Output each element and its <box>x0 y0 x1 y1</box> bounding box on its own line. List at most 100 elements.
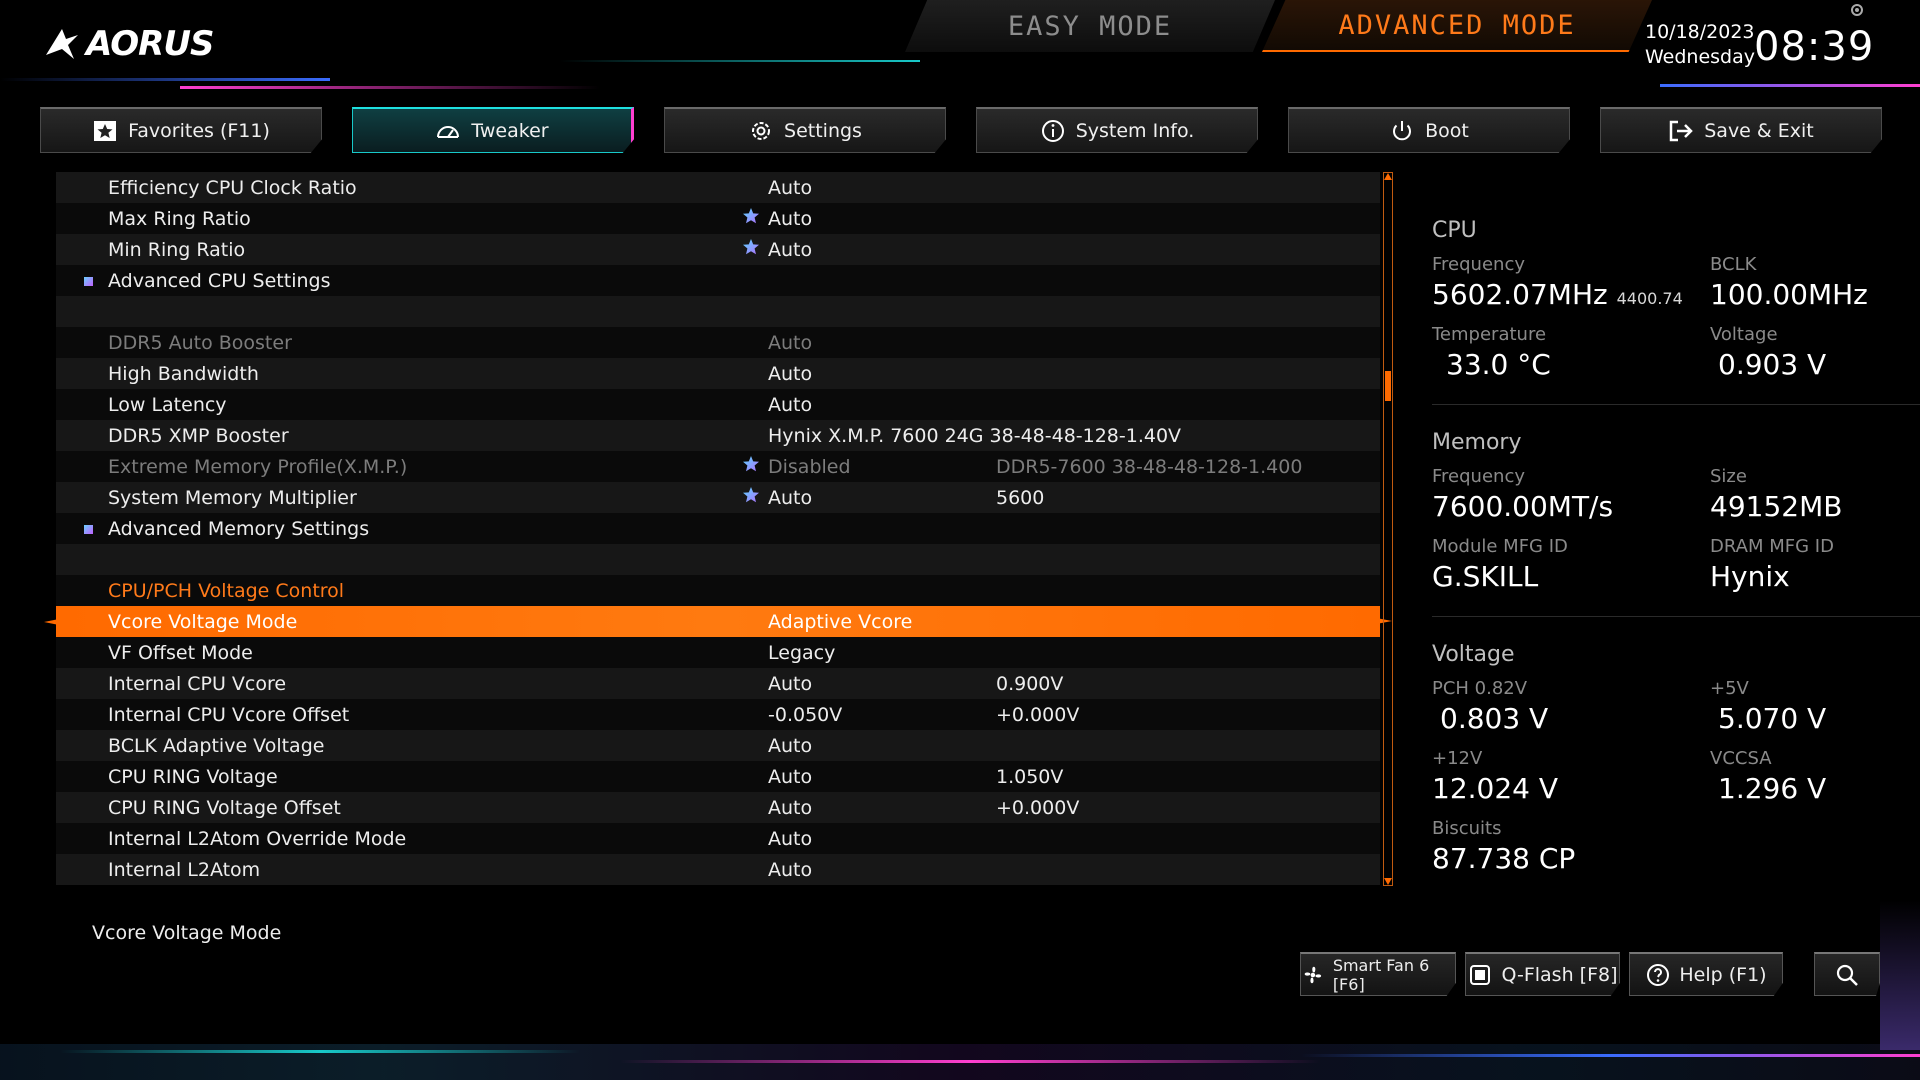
memory-section-title: Memory <box>1432 430 1522 455</box>
submenu-bullet-icon <box>84 277 93 286</box>
tab-settings[interactable]: Settings <box>664 107 946 153</box>
mem-size-value: 49152MB <box>1710 490 1843 523</box>
setting-row[interactable]: System Memory Multiplier Auto 5600 <box>56 482 1380 513</box>
favorite-star-icon[interactable] <box>742 238 760 256</box>
setting-value[interactable]: Auto <box>768 673 812 695</box>
setting-row[interactable]: Vcore Voltage Mode Adaptive Vcore <box>44 606 1392 637</box>
tab-label: System Info. <box>1075 119 1195 142</box>
favorite-star-icon[interactable] <box>742 455 760 473</box>
setting-value[interactable]: Auto <box>768 363 812 385</box>
smart-fan-button[interactable]: Smart Fan 6 [F6] <box>1300 952 1456 996</box>
setting-value[interactable]: Auto <box>768 766 812 788</box>
setting-row[interactable]: High Bandwidth Auto <box>56 358 1380 389</box>
setting-name: Max Ring Ratio <box>108 207 251 230</box>
setting-row[interactable]: Internal L2Atom Override Mode Auto <box>56 823 1380 854</box>
setting-value[interactable]: Auto <box>768 177 812 199</box>
v12-label: +12V <box>1432 748 1483 769</box>
cpu-voltage-value: 0.903 V <box>1718 348 1827 381</box>
setting-value[interactable]: Auto <box>768 487 812 509</box>
advanced-mode-button[interactable]: ADVANCED MODE <box>1262 0 1652 52</box>
bclk-label: BCLK <box>1710 254 1757 275</box>
setting-name: System Memory Multiplier <box>108 486 357 509</box>
setting-value[interactable]: Auto <box>768 797 812 819</box>
setting-row[interactable]: BCLK Adaptive Voltage Auto <box>56 730 1380 761</box>
section-header: CPU/PCH Voltage Control <box>56 575 1380 606</box>
gear-icon[interactable] <box>1849 2 1865 18</box>
cpu-frequency-value: 5602.07MHz 4400.74 <box>1432 278 1683 311</box>
header-streak <box>560 60 920 62</box>
setting-current-value: 0.900V <box>996 672 1064 695</box>
scroll-thumb[interactable] <box>1385 371 1391 401</box>
setting-value[interactable]: Auto <box>768 735 812 757</box>
setting-value[interactable]: Auto <box>768 208 812 230</box>
setting-row[interactable]: Max Ring Ratio Auto <box>56 203 1380 234</box>
scroll-down-icon[interactable] <box>1384 878 1392 885</box>
weekday: Wednesday <box>1645 46 1756 68</box>
tab-system-info[interactable]: System Info. <box>976 107 1258 153</box>
scroll-up-icon[interactable] <box>1384 173 1392 180</box>
voltage-section-title: Voltage <box>1432 642 1515 667</box>
setting-row[interactable]: VF Offset Mode Legacy <box>56 637 1380 668</box>
system-info-panel: CPU Frequency 5602.07MHz 4400.74 BCLK 10… <box>1432 200 1920 880</box>
setting-row[interactable]: DDR5 XMP Booster Hynix X.M.P. 7600 24G 38… <box>56 420 1380 451</box>
setting-value[interactable]: Auto <box>768 828 812 850</box>
setting-row[interactable]: Internal CPU Vcore Auto 0.900V <box>56 668 1380 699</box>
setting-value[interactable]: -0.050V <box>768 704 842 726</box>
info-icon <box>1041 119 1064 142</box>
exit-icon <box>1669 120 1694 141</box>
setting-row[interactable]: CPU RING Voltage Auto 1.050V <box>56 761 1380 792</box>
date-display: 10/18/2023 Wednesday <box>1645 20 1755 70</box>
power-icon <box>1393 120 1412 140</box>
setting-row[interactable]: DDR5 Auto Booster Auto <box>56 327 1380 358</box>
q-flash-button[interactable]: Q-Flash [F8] <box>1465 952 1620 996</box>
header-streak <box>1660 84 1920 87</box>
setting-value[interactable]: Auto <box>768 239 812 261</box>
favorite-star-icon[interactable] <box>742 486 760 504</box>
main-tabs: Favorites (F11) Tweaker Settings System … <box>40 107 1890 155</box>
setting-row[interactable]: Internal L2Atom Auto <box>56 854 1380 885</box>
setting-row[interactable]: Efficiency CPU Clock Ratio Auto <box>56 172 1380 203</box>
cpu-section-title: CPU <box>1432 218 1477 243</box>
pch-label: PCH 0.82V <box>1432 678 1528 699</box>
submenu-item[interactable]: Advanced CPU Settings <box>56 265 1380 296</box>
tab-label: Favorites (F11) <box>128 119 270 142</box>
tab-label: Settings <box>784 119 862 142</box>
v5-value: 5.070 V <box>1718 702 1827 735</box>
setting-row[interactable]: Extreme Memory Profile(X.M.P.) Disabled DD… <box>56 451 1380 482</box>
help-label: Help (F1) <box>1679 963 1767 986</box>
q-flash-label: Q-Flash [F8] <box>1501 963 1618 986</box>
setting-row[interactable]: Internal CPU Vcore Offset -0.050V +0.000V <box>56 699 1380 730</box>
settings-scrollbar[interactable] <box>1383 172 1393 886</box>
right-edge-decor <box>1880 900 1920 1050</box>
setting-value[interactable]: Adaptive Vcore <box>768 611 912 633</box>
tab-favorites[interactable]: Favorites (F11) <box>40 107 322 153</box>
search-button[interactable] <box>1814 952 1880 996</box>
setting-value[interactable]: Legacy <box>768 642 835 664</box>
tab-boot[interactable]: Boot <box>1288 107 1570 153</box>
selection-tail-left <box>44 618 64 626</box>
setting-row[interactable]: Min Ring Ratio Auto <box>56 234 1380 265</box>
setting-value[interactable]: Disabled <box>768 456 851 478</box>
setting-value[interactable]: Hynix X.M.P. 7600 24G 38-48-48-128-1.40V <box>768 425 1181 447</box>
setting-name: DDR5 XMP Booster <box>108 424 289 447</box>
item-description: Vcore Voltage Mode <box>92 922 282 944</box>
logo-text: AORUS <box>86 24 214 64</box>
setting-row[interactable]: Low Latency Auto <box>56 389 1380 420</box>
help-button[interactable]: Help (F1) <box>1629 952 1783 996</box>
setting-name: Low Latency <box>108 393 227 416</box>
setting-value[interactable]: Auto <box>768 394 812 416</box>
setting-value[interactable]: Auto <box>768 859 812 881</box>
setting-value[interactable]: Auto <box>768 332 812 354</box>
star-icon <box>94 120 117 141</box>
easy-mode-button[interactable]: EASY MODE <box>905 0 1275 52</box>
tab-save-exit[interactable]: Save & Exit <box>1600 107 1882 153</box>
setting-name: Internal L2Atom Override Mode <box>108 827 407 850</box>
tab-label: Tweaker <box>471 119 549 142</box>
v5-label: +5V <box>1710 678 1749 699</box>
setting-row[interactable]: CPU RING Voltage Offset Auto +0.000V <box>56 792 1380 823</box>
submenu-item[interactable]: Advanced Memory Settings <box>56 513 1380 544</box>
setting-row <box>56 296 1380 327</box>
tab-tweaker[interactable]: Tweaker <box>352 107 634 153</box>
favorite-star-icon[interactable] <box>742 207 760 225</box>
search-icon <box>1836 964 1858 986</box>
